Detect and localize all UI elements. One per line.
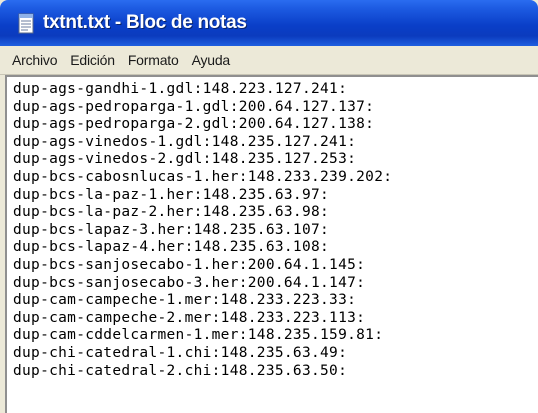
- menu-bar: Archivo Edición Formato Ayuda: [0, 46, 538, 75]
- menu-ayuda[interactable]: Ayuda: [192, 52, 231, 68]
- title-bar[interactable]: txtnt.txt - Bloc de notas: [0, 0, 538, 46]
- text-editor[interactable]: dup-ags-gandhi-1.gdl:148.223.127.241: du…: [5, 75, 538, 413]
- text-line: dup-cam-cddelcarmen-1.mer:148.235.159.81…: [13, 327, 384, 344]
- text-line: dup-chi-catedral-2.chi:148.235.63.50:: [13, 362, 348, 379]
- text-line: dup-ags-gandhi-1.gdl:148.223.127.241:: [13, 81, 348, 97]
- text-line: dup-bcs-la-paz-1.her:148.235.63.97:: [13, 186, 330, 203]
- text-line: dup-bcs-lapaz-4.her:148.235.63.108:: [13, 239, 330, 256]
- menu-edicion[interactable]: Edición: [70, 52, 115, 68]
- text-line: dup-ags-pedroparga-1.gdl:200.64.127.137:: [13, 98, 375, 115]
- text-line: dup-ags-vinedos-1.gdl:148.235.127.241:: [13, 133, 357, 150]
- text-line: dup-cam-campeche-1.mer:148.233.223.33:: [13, 292, 357, 309]
- text-line: dup-ags-pedroparga-2.gdl:200.64.127.138:: [13, 116, 375, 133]
- text-line: dup-bcs-la-paz-2.her:148.235.63.98:: [13, 204, 330, 221]
- text-line: dup-bcs-lapaz-3.her:148.235.63.107:: [13, 221, 330, 238]
- window-title: txtnt.txt - Bloc de notas: [43, 12, 247, 33]
- text-line: dup-bcs-sanjosecabo-3.her:200.64.1.147:: [13, 274, 366, 291]
- notepad-window: txtnt.txt - Bloc de notas Archivo Edició…: [0, 0, 538, 413]
- menu-formato[interactable]: Formato: [128, 52, 179, 68]
- text-line: dup-cam-campeche-2.mer:148.233.223.113:: [13, 309, 366, 326]
- text-line: dup-bcs-sanjosecabo-1.her:200.64.1.145:: [13, 256, 366, 273]
- text-content: dup-ags-gandhi-1.gdl:148.223.127.241: du…: [13, 81, 392, 380]
- menu-archivo[interactable]: Archivo: [12, 52, 57, 68]
- text-line: dup-chi-catedral-1.chi:148.235.63.49:: [13, 344, 348, 361]
- notepad-icon: [16, 11, 36, 35]
- text-line: dup-ags-vinedos-2.gdl:148.235.127.253:: [13, 151, 357, 168]
- text-line: dup-bcs-cabosnlucas-1.her:148.233.239.20…: [13, 168, 393, 185]
